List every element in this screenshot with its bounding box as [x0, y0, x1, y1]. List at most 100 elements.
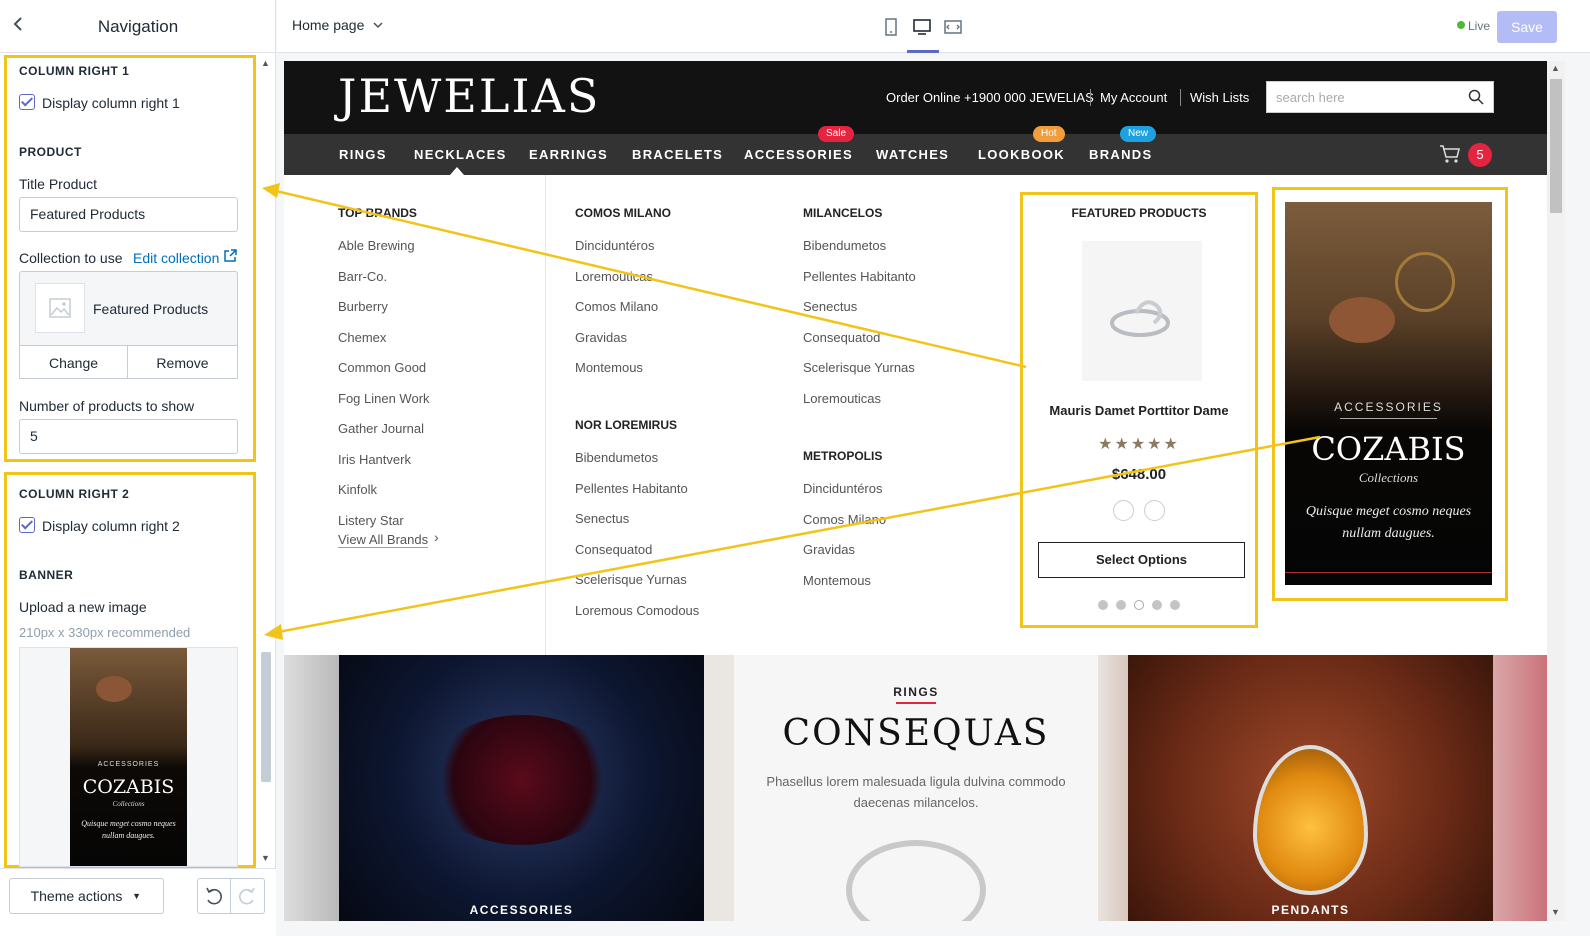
metropolis-link[interactable]: Dinciduntéros	[803, 481, 883, 496]
metropolis-link[interactable]: Gravidas	[803, 542, 855, 557]
brand-link[interactable]: Able Brewing	[338, 238, 415, 253]
variant-swatch[interactable]	[1113, 500, 1134, 521]
sidebar-header: Navigation	[0, 0, 276, 53]
tile-gap	[1098, 655, 1128, 921]
redo-button[interactable]	[230, 878, 265, 914]
brand-link[interactable]: Fog Linen Work	[338, 391, 430, 406]
comos-milano-link[interactable]: Loremouticas	[575, 269, 653, 284]
metropolis-link[interactable]: Comos Milano	[803, 512, 886, 527]
scroll-up-icon[interactable]: ▲	[1551, 63, 1560, 73]
save-button[interactable]: Save	[1497, 11, 1557, 43]
milancelos-link[interactable]: Consequatod	[803, 330, 880, 345]
page-selector[interactable]: Home page	[292, 17, 384, 33]
preview-scroll-thumb[interactable]	[1550, 79, 1562, 213]
carousel-dot[interactable]	[1152, 600, 1162, 610]
display-column-right-1-checkbox[interactable]	[19, 94, 35, 110]
preview-scrollbar[interactable]: ▲ ▼	[1547, 61, 1565, 921]
nor-loremirus-link[interactable]: Consequatod	[575, 542, 652, 557]
menu-item-rings[interactable]: RINGS	[339, 147, 387, 162]
brand-link[interactable]: Kinfolk	[338, 482, 377, 497]
nor-loremirus-link[interactable]: Loremous Comodous	[575, 603, 699, 618]
milancelos-link[interactable]: Bibendumetos	[803, 238, 886, 253]
nor-loremirus-link[interactable]: Bibendumetos	[575, 450, 658, 465]
theme-actions-button[interactable]: Theme actions ▼	[9, 878, 164, 914]
desktop-view-icon[interactable]	[912, 18, 932, 41]
brand-link[interactable]: Barr-Co.	[338, 269, 387, 284]
product-image[interactable]	[1082, 241, 1202, 381]
image-size-hint: 210px x 330px recommended	[19, 625, 191, 640]
brand-link[interactable]: Burberry	[338, 299, 388, 314]
milancelos-link[interactable]: Loremouticas	[803, 391, 881, 406]
menu-item-bracelets[interactable]: BRACELETS	[632, 147, 723, 162]
page-selector-label: Home page	[292, 17, 365, 33]
scroll-up-icon[interactable]: ▲	[261, 58, 270, 68]
carousel-dot[interactable]	[1134, 600, 1144, 610]
my-account-link[interactable]: My Account	[1100, 90, 1167, 105]
comos-milano-link[interactable]: Montemous	[575, 360, 643, 375]
scroll-down-icon[interactable]: ▼	[261, 853, 270, 863]
site-header: JEWELIAS Order Online +1900 000 JEWELIAS…	[284, 61, 1547, 134]
view-all-brands-link[interactable]: View All Brands	[338, 532, 429, 548]
nor-loremirus-link[interactable]: Scelerisque Yurnas	[575, 572, 687, 587]
menu-item-earrings[interactable]: EARRINGS	[529, 147, 608, 162]
site-search[interactable]: search here	[1266, 81, 1494, 113]
undo-icon	[206, 887, 222, 905]
remove-collection-button[interactable]: Remove	[127, 345, 238, 379]
cart-icon[interactable]	[1439, 144, 1461, 169]
carousel-dot[interactable]	[1116, 600, 1126, 610]
milancelos-link[interactable]: Scelerisque Yurnas	[803, 360, 915, 375]
rings-tile[interactable]: RINGS CONSEQUAS Phasellus lorem malesuad…	[734, 655, 1098, 921]
top-brands-heading: TOP BRANDS	[338, 206, 417, 220]
banner-thumbnail: ACCESSORIES COZABIS Collections Quisque …	[70, 648, 187, 866]
comos-milano-link[interactable]: Gravidas	[575, 330, 627, 345]
comos-milano-link[interactable]: Dinciduntéros	[575, 238, 655, 253]
menu-item-watches[interactable]: WATCHES	[876, 147, 949, 162]
brand-link[interactable]: Gather Journal	[338, 421, 424, 436]
metropolis-link[interactable]: Montemous	[803, 573, 871, 588]
search-icon[interactable]	[1468, 89, 1484, 105]
wish-lists-link[interactable]: Wish Lists	[1190, 90, 1249, 105]
display-column-right-2-label: Display column right 2	[42, 518, 180, 534]
title-product-input[interactable]: Featured Products	[19, 197, 238, 232]
comos-milano-link[interactable]: Comos Milano	[575, 299, 658, 314]
scroll-down-icon[interactable]: ▼	[1551, 907, 1560, 917]
menu-item-brands[interactable]: BRANDS	[1089, 147, 1152, 162]
banner-heading: BANNER	[19, 568, 74, 582]
carousel-dot[interactable]	[1098, 600, 1108, 610]
brand-link[interactable]: Chemex	[338, 330, 386, 345]
undo-button[interactable]	[197, 878, 231, 914]
variant-swatch[interactable]	[1144, 500, 1165, 521]
sidebar-scrollbar[interactable]: ▲ ▼	[257, 56, 275, 866]
menu-item-accessories[interactable]: ACCESSORIES	[744, 147, 853, 162]
menu-item-lookbook[interactable]: LOOKBOOK	[978, 147, 1065, 162]
brand-link[interactable]: Iris Hantverk	[338, 452, 411, 467]
brand-link[interactable]: Common Good	[338, 360, 426, 375]
display-column-right-2-checkbox[interactable]	[19, 517, 35, 533]
menu-item-necklaces[interactable]: NECKLACES	[414, 147, 507, 162]
product-name[interactable]: Mauris Damet Porttitor Dame	[1020, 403, 1258, 418]
mega-banner[interactable]: ACCESSORIES COZABIS Collections Quisque …	[1285, 202, 1492, 585]
order-online-link[interactable]: Order Online +1900 000 JEWELIAS	[886, 90, 1094, 105]
change-collection-button[interactable]: Change	[19, 345, 128, 379]
active-view-indicator	[907, 50, 939, 53]
accessories-tile[interactable]: ACCESSORIES	[339, 655, 704, 921]
edit-collection-link[interactable]: Edit collection	[133, 250, 219, 266]
pendants-tile[interactable]: PENDANTS	[1128, 655, 1493, 921]
redo-icon	[239, 887, 255, 905]
brand-link[interactable]: Listery Star	[338, 513, 404, 528]
mobile-view-icon[interactable]	[884, 18, 898, 41]
site-logo[interactable]: JEWELIAS	[338, 69, 600, 123]
fullscreen-view-icon[interactable]	[943, 18, 963, 41]
products-count-input[interactable]: 5	[19, 419, 238, 454]
thumb-text: Quisque meget cosmo neques nullam daugue…	[81, 819, 176, 840]
nor-loremirus-link[interactable]: Senectus	[575, 511, 629, 526]
external-link-icon[interactable]	[224, 249, 237, 267]
nor-loremirus-link[interactable]: Pellentes Habitanto	[575, 481, 688, 496]
accessories-tile-label: ACCESSORIES	[469, 903, 574, 917]
sidebar-scroll-thumb[interactable]	[261, 652, 271, 782]
milancelos-link[interactable]: Pellentes Habitanto	[803, 269, 916, 284]
sidebar-title: Navigation	[97, 17, 179, 36]
milancelos-link[interactable]: Senectus	[803, 299, 857, 314]
select-options-button[interactable]: Select Options	[1038, 542, 1245, 578]
carousel-dot[interactable]	[1170, 600, 1180, 610]
